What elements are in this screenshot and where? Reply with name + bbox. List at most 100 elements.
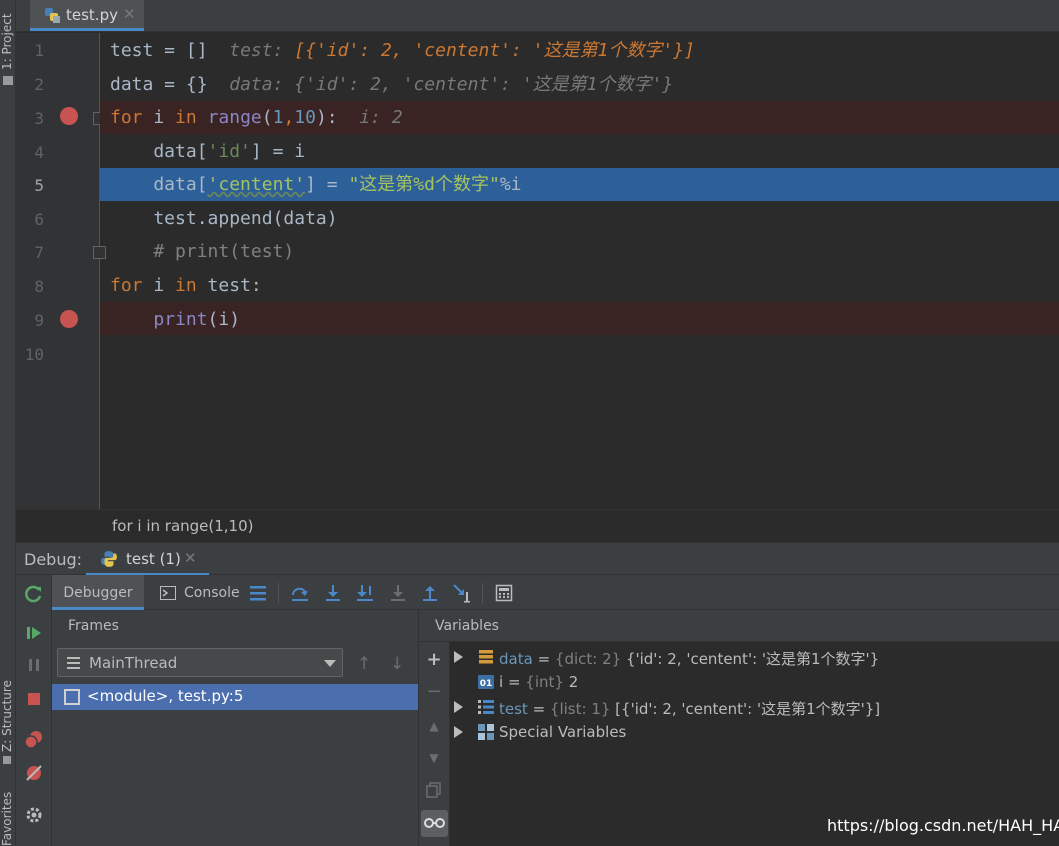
editor-tab-test-py[interactable]: test.py ✕ [30, 0, 144, 31]
move-up-icon[interactable]: ▲ [425, 717, 443, 735]
python-icon [101, 551, 117, 567]
mute-breakpoints-icon[interactable] [24, 763, 44, 783]
breakpoint-icon[interactable] [60, 107, 78, 125]
variable-name: test [499, 700, 528, 718]
code-text: data[ [110, 174, 208, 195]
code-text: %i [499, 174, 522, 195]
tab-debugger-label: Debugger [63, 585, 133, 601]
variable-name: data [499, 650, 533, 668]
special-vars-icon [478, 724, 494, 740]
inline-debug-hint: test: [229, 40, 295, 61]
close-icon[interactable]: ✕ [184, 549, 197, 567]
variable-value: [{'id': 2, 'centent': '这是第1个数字'}] [610, 700, 881, 718]
step-over-icon[interactable] [290, 583, 310, 603]
code-line-5: data['centent'] = "这是第%d个数字"%i [110, 168, 522, 201]
watermark: https://blog.csdn.net/HAH_HAH [827, 816, 1059, 835]
inline-debug-hint: data: {'id': 2, 'centent': '这是第1个数字'} [229, 74, 674, 95]
arrow-down-icon[interactable]: ↓ [390, 654, 404, 674]
inline-debug-hint: i: 2 [359, 107, 403, 128]
toolbar-separator [482, 583, 483, 603]
folder-icon [3, 76, 13, 85]
variables-title: Variables [435, 618, 499, 634]
show-execution-point-icon[interactable] [248, 583, 268, 603]
line-number: 1 [34, 41, 44, 60]
chevron-right-icon[interactable] [454, 701, 463, 713]
breadcrumb-item[interactable]: for i in range(1,10) [112, 517, 254, 535]
evaluate-expression-icon[interactable] [494, 583, 514, 603]
debug-title: Debug: [24, 550, 83, 569]
debug-session-label: test (1) [126, 550, 181, 568]
keyword-for: for [110, 275, 143, 296]
variable-type: {list: 1} [549, 700, 611, 718]
debug-session-tab[interactable]: test (1) ✕ [86, 543, 209, 576]
console-icon [160, 586, 176, 600]
run-to-cursor-icon[interactable] [452, 583, 472, 603]
thread-select[interactable]: MainThread [57, 648, 343, 677]
force-step-into-icon[interactable] [388, 583, 408, 603]
line-number: 8 [34, 277, 44, 296]
variable-eq: = [527, 700, 550, 718]
left-tool-strip: 1: Project Z: Structure Favorites [0, 0, 16, 846]
dict-icon [479, 650, 493, 664]
debug-tool-window-header: Debug: test (1) ✕ [16, 542, 1059, 576]
close-icon[interactable]: ✕ [123, 5, 136, 23]
arrow-up-icon[interactable]: ↑ [357, 654, 371, 674]
breadcrumb[interactable]: for i in range(1,10) [16, 509, 1059, 542]
favorites-tool-label: Favorites [0, 791, 14, 846]
variable-row-test[interactable]: test = {list: 1} [{'id': 2, 'centent': '… [450, 695, 1059, 720]
tab-console[interactable]: Console [158, 575, 244, 610]
rerun-icon[interactable] [24, 584, 44, 604]
structure-tool-label: Z: Structure [0, 680, 14, 752]
step-into-icon[interactable] [323, 583, 343, 603]
show-watches-toggle[interactable] [421, 810, 448, 837]
code-line-7: # print(test) [110, 235, 294, 268]
chevron-right-icon[interactable] [454, 726, 463, 738]
inline-debug-value: [{'id': 2, 'centent': '这是第1个数字'}] [294, 40, 695, 61]
code-line-9: print(i) [110, 303, 240, 336]
add-watch-icon[interactable]: + [425, 651, 443, 669]
variable-row-data[interactable]: data = {dict: 2} {'id': 2, 'centent': '这… [450, 645, 1059, 670]
code-line-3: for i in range(1,10): i: 2 [110, 101, 403, 134]
tab-debugger[interactable]: Debugger [52, 575, 144, 610]
fold-icon[interactable] [93, 246, 106, 259]
keyword-in: in [175, 107, 197, 128]
python-file-icon [45, 8, 60, 23]
frame-icon [64, 689, 80, 705]
variable-row-i[interactable]: 01 i = {int} 2 [450, 670, 1059, 695]
step-into-my-code-icon[interactable] [355, 583, 375, 603]
variable-name: Special Variables [499, 723, 627, 741]
variable-eq: = [503, 673, 526, 691]
code-line-4: data['id'] = i [110, 135, 305, 168]
structure-icon [3, 756, 11, 764]
code-text: test = [] [110, 40, 208, 61]
pause-icon[interactable] [24, 655, 44, 675]
variable-text: Special Variables [499, 723, 626, 741]
editor-gutter[interactable]: 1 2 3 4 5 6 7 8 9 10 [16, 33, 106, 509]
move-down-icon[interactable]: ▼ [425, 749, 443, 767]
remove-watch-icon[interactable]: − [425, 683, 443, 701]
code-editor[interactable]: 1 2 3 4 5 6 7 8 9 10 test = [] test: [{'… [16, 33, 1059, 509]
code-text: i [142, 275, 176, 296]
resume-icon[interactable] [24, 623, 44, 643]
frame-row-selected[interactable]: <module>, test.py:5 [52, 684, 418, 710]
keyword-for: for [110, 107, 143, 128]
copy-icon[interactable] [425, 781, 443, 799]
frame-label: <module>, test.py:5 [87, 687, 244, 705]
variable-row-special[interactable]: Special Variables [450, 720, 1059, 745]
step-out-icon[interactable] [420, 583, 440, 603]
code-line-2: data = {} data: {'id': 2, 'centent': '这是… [110, 68, 673, 101]
frames-pane: Frames MainThread ↑ ↓ <module>, test.py:… [52, 610, 419, 846]
variable-text: data = {dict: 2} {'id': 2, 'centent': '这… [499, 648, 879, 669]
toolbar-separator [278, 583, 279, 603]
view-breakpoints-icon[interactable] [24, 729, 44, 749]
chevron-right-icon[interactable] [454, 651, 463, 663]
stop-icon[interactable] [24, 689, 44, 709]
line-number: 7 [34, 243, 44, 262]
breakpoint-icon[interactable] [60, 310, 78, 328]
code-text: data[ [110, 141, 208, 162]
int-icon: 01 [478, 675, 494, 689]
gear-icon[interactable] [24, 805, 44, 825]
builtin-range: range [207, 107, 262, 128]
code-text: ] = [305, 174, 349, 195]
